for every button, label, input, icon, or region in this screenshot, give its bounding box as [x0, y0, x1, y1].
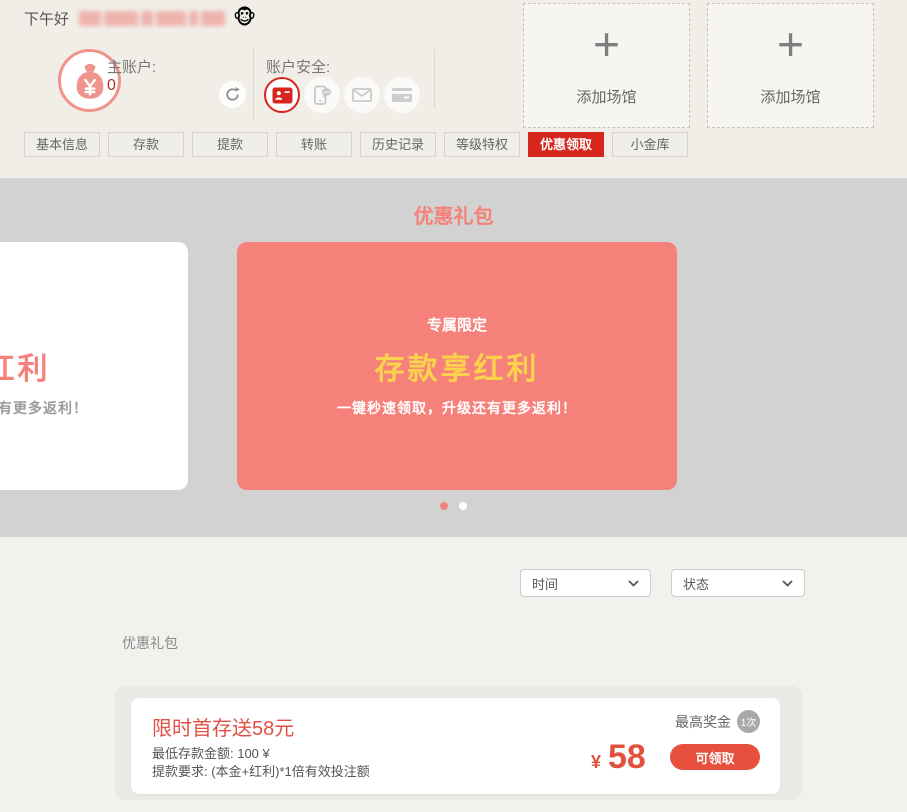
main-account-balance: 0 — [107, 77, 116, 95]
account-security-label: 账户安全: — [266, 56, 330, 77]
time-filter-select[interactable]: 时间 — [520, 569, 651, 597]
id-verify-button[interactable] — [264, 77, 300, 113]
carousel-dots — [0, 502, 907, 510]
header-divider — [434, 50, 435, 108]
status-filter-value: 状态 — [683, 574, 709, 593]
id-card-icon — [272, 87, 293, 104]
promo-carousel-section: 优惠礼包 专属限定 存款享红利 一键秒速领取，升级还有更多返利！ 专属限定 存款… — [0, 178, 907, 537]
promo-section-label: 优惠礼包 — [122, 633, 178, 653]
slide-eyebrow: 专属限定 — [427, 314, 487, 335]
tab-level-privilege[interactable]: 等级特权 — [444, 132, 520, 157]
carousel-prev-slide[interactable]: 专属限定 存款享红利 一键秒速领取，升级还有更多返利！ — [0, 242, 188, 490]
tab-basic-info[interactable]: 基本信息 — [24, 132, 100, 157]
tab-promo-claim[interactable]: 优惠领取 — [528, 132, 604, 157]
bank-card-button[interactable] — [384, 77, 420, 113]
status-filter-select[interactable]: 状态 — [671, 569, 805, 597]
add-venue-label: 添加场馆 — [576, 86, 636, 107]
carousel-dot-2[interactable] — [459, 502, 467, 510]
promo-list-section: 时间 状态 优惠礼包 限时首存送58元 最低存款金额: 100 ¥ 提款要求: … — [0, 537, 907, 812]
tab-deposit[interactable]: 存款 — [108, 132, 184, 157]
main-account-label: 主账户: — [107, 56, 156, 77]
bank-card-icon — [392, 88, 412, 102]
carousel-dot-1[interactable] — [440, 502, 448, 510]
greeting-text: 下午好 — [24, 8, 69, 29]
phone-verify-button[interactable]: SMS — [304, 77, 340, 113]
carousel-active-slide[interactable]: 专属限定 存款享红利 一键秒速领取，升级还有更多返利！ — [237, 242, 677, 490]
slide-title: 存款享红利 — [375, 344, 540, 388]
add-venue-button[interactable]: + 添加场馆 — [523, 3, 690, 128]
claim-button[interactable]: 可领取 — [670, 744, 760, 770]
masked-username — [79, 11, 225, 26]
tab-transfer[interactable]: 转账 — [276, 132, 352, 157]
add-venue-label: 添加场馆 — [760, 86, 820, 107]
promo-panel: 限时首存送58元 最低存款金额: 100 ¥ 提款要求: (本金+红利)*1倍有… — [115, 686, 802, 800]
account-page: 下午好 🐵 主账户: 0 账户安全: — [0, 0, 907, 812]
slide-subtitle: 一键秒速领取，升级还有更多返利！ — [0, 398, 88, 418]
tab-history[interactable]: 历史记录 — [360, 132, 436, 157]
max-bonus-row: 最高奖金 1次 — [675, 710, 760, 733]
promo-min-deposit: 最低存款金额: 100 ¥ — [152, 743, 270, 762]
times-badge: 1次 — [737, 710, 760, 733]
tab-vault[interactable]: 小金库 — [612, 132, 688, 157]
max-bonus-label: 最高奖金 — [675, 712, 731, 732]
email-verify-button[interactable] — [344, 77, 380, 113]
slide-subtitle: 一键秒速领取，升级还有更多返利！ — [337, 398, 577, 418]
chevron-down-icon — [628, 580, 639, 587]
tab-withdraw[interactable]: 提款 — [192, 132, 268, 157]
monkey-emoji-icon: 🐵 — [233, 8, 256, 28]
greeting-row: 下午好 🐵 — [24, 7, 256, 29]
phone-sms-icon: SMS — [313, 85, 332, 106]
promo-title: 限时首存送58元 — [152, 712, 294, 741]
chevron-down-icon — [782, 580, 793, 587]
security-icons-row: SMS — [264, 77, 420, 113]
slide-title: 存款享红利 — [0, 344, 51, 388]
svg-text:SMS: SMS — [322, 90, 330, 94]
add-venue-button[interactable]: + 添加场馆 — [707, 3, 874, 128]
plus-icon: + — [593, 24, 620, 64]
carousel-title: 优惠礼包 — [0, 200, 907, 229]
currency-symbol: ¥ — [591, 752, 601, 773]
mail-icon — [352, 88, 372, 102]
plus-icon: + — [777, 24, 804, 64]
header-divider — [253, 48, 254, 122]
promo-withdraw-req: 提款要求: (本金+红利)*1倍有效投注额 — [152, 761, 370, 780]
header: 下午好 🐵 主账户: 0 账户安全: — [0, 0, 907, 178]
time-filter-value: 时间 — [532, 574, 558, 593]
amount-value: 58 — [608, 738, 646, 777]
account-tabs: 基本信息 存款 提款 转账 历史记录 等级特权 优惠领取 小金库 — [24, 132, 688, 157]
bonus-amount: ¥ 58 — [591, 738, 646, 777]
refresh-balance-button[interactable] — [219, 81, 246, 108]
refresh-icon — [224, 86, 241, 103]
promo-card: 限时首存送58元 最低存款金额: 100 ¥ 提款要求: (本金+红利)*1倍有… — [131, 698, 780, 794]
